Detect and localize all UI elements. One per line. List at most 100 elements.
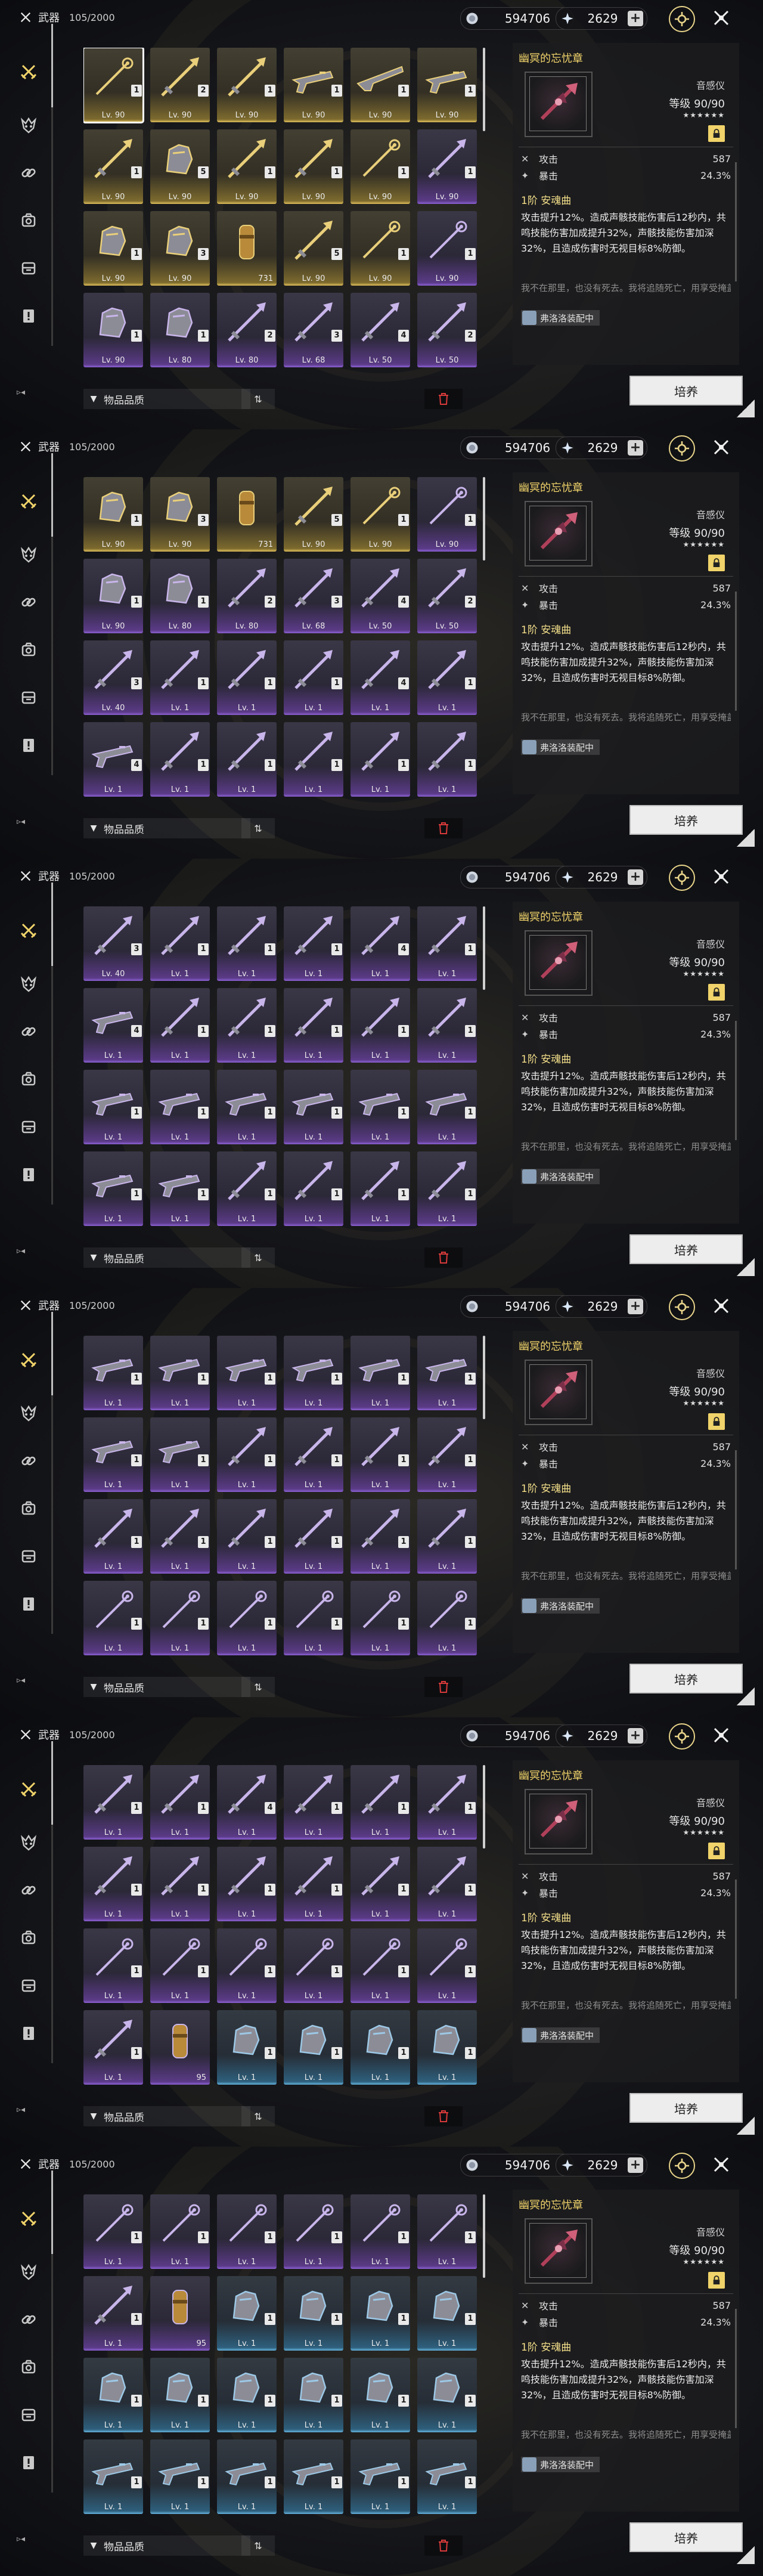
sidebar-scrollbar[interactable] [51,1312,53,1634]
weapon-card[interactable]: 1 Lv. 90 [83,48,144,123]
weapon-card[interactable]: 1 Lv. 1 [150,2439,210,2514]
close-button[interactable] [709,1723,733,1747]
sidebar-item-consumables[interactable] [17,1115,41,1139]
weapon-card[interactable]: 1 Lv. 1 [217,1499,277,1574]
sidebar-item-weapons[interactable] [17,60,41,83]
sidebar-item-consumables[interactable] [17,256,41,280]
weapon-card[interactable]: 2 Lv. 80 [217,293,277,367]
weapon-card[interactable]: 1 Lv. 1 [150,722,210,797]
weapon-card[interactable]: 1 Lv. 90 [351,129,410,204]
weapon-card[interactable]: 1 Lv. 1 [284,1070,343,1144]
discard-button[interactable] [424,2535,463,2556]
weapon-card[interactable]: 1 Lv. 1 [217,1847,277,1921]
weapon-card[interactable]: 1 Lv. 1 [150,1847,210,1921]
weapon-card[interactable]: 1 Lv. 1 [150,1765,210,1840]
train-button[interactable]: 培养 [629,805,755,847]
discard-button[interactable] [424,1677,463,1697]
detail-scrollbar[interactable] [735,162,737,281]
weapon-card[interactable]: 1 Lv. 1 [150,1151,210,1226]
weapon-card[interactable]: 1 Lv. 1 [217,1070,277,1144]
weapon-card[interactable]: 5 Lv. 90 [150,129,210,204]
weapon-card[interactable]: 1 Lv. 90 [417,211,477,286]
sidebar-item-quest-items[interactable] [17,2451,41,2475]
weapon-card[interactable]: 1 Lv. 1 [217,2358,277,2432]
weapon-card[interactable]: 1 Lv. 1 [83,1499,143,1574]
weapon-card[interactable]: 1 Lv. 1 [83,2439,143,2514]
weapon-card[interactable]: 1 Lv. 1 [217,1336,277,1410]
close-button[interactable] [709,2153,733,2176]
weapon-card[interactable]: 1 Lv. 1 [83,1847,143,1921]
close-button[interactable] [709,435,733,459]
sidebar-item-echoes[interactable] [17,2260,41,2284]
sidebar-scrollbar[interactable] [51,883,53,1205]
weapon-card[interactable]: 4 Lv. 1 [351,640,410,715]
weapon-card[interactable]: 1 Lv. 1 [351,2010,410,2085]
detail-scrollbar[interactable] [735,1021,737,1140]
weapon-card[interactable]: 1 Lv. 1 [150,2358,210,2432]
settings-button[interactable] [669,6,695,32]
weapon-card[interactable]: 1 Lv. 1 [150,906,210,981]
weapon-card[interactable]: 1 Lv. 1 [83,1151,143,1226]
add-currency-button[interactable]: + [628,440,643,456]
weapon-card[interactable]: 1 Lv. 1 [217,1151,277,1226]
weapon-card[interactable]: 3 Lv. 68 [284,559,343,633]
sidebar-item-quest-items[interactable] [17,733,41,757]
sort-order-button[interactable]: ⇅ [241,389,275,409]
weapon-card[interactable]: 1 Lv. 1 [417,1581,477,1655]
settings-button[interactable] [669,1294,695,1320]
weapon-card[interactable]: 4 Lv. 50 [351,293,410,367]
weapon-card[interactable]: 1 Lv. 1 [284,722,343,797]
settings-button[interactable] [669,865,695,891]
weapon-card[interactable]: 1 Lv. 1 [150,988,210,1063]
quality-filter-dropdown[interactable]: ▼ 物品品质 [83,2106,250,2126]
weapon-card[interactable]: 1 Lv. 1 [83,2194,143,2269]
weapon-card[interactable]: 1 Lv. 1 [351,2439,410,2514]
weapon-card[interactable]: 731 [217,477,277,552]
sort-order-button[interactable]: ⇅ [241,818,275,838]
train-button[interactable]: 培养 [629,2522,755,2564]
weapon-card[interactable]: 1 Lv. 1 [417,906,477,981]
lock-toggle[interactable] [708,2272,725,2289]
close-button[interactable] [709,6,733,30]
sidebar-item-materials[interactable] [17,2308,41,2332]
sidebar-item-weapons[interactable] [17,1348,41,1371]
weapon-card[interactable]: 1 Lv. 1 [83,1581,143,1655]
sidebar-item-materials[interactable] [17,1020,41,1044]
add-currency-button[interactable]: + [628,1299,643,1314]
sidebar-item-consumables[interactable] [17,686,41,710]
sidebar-item-devices[interactable] [17,1926,41,1950]
sidebar-item-quest-items[interactable] [17,2021,41,2045]
weapon-card[interactable]: 1 Lv. 1 [150,1581,210,1655]
weapon-card[interactable]: 1 Lv. 1 [217,722,277,797]
sidebar-item-echoes[interactable] [17,1831,41,1854]
close-button[interactable] [709,1294,733,1318]
close-button[interactable] [709,865,733,888]
weapon-card[interactable]: 1 Lv. 1 [351,2194,410,2269]
quality-filter-dropdown[interactable]: ▼ 物品品质 [83,389,250,409]
weapon-card[interactable]: 4 Lv. 50 [351,559,410,633]
weapon-card[interactable]: 1 Lv. 1 [217,906,277,981]
settings-button[interactable] [669,435,695,462]
weapon-card[interactable]: 1 Lv. 1 [284,1336,343,1410]
weapon-card[interactable]: 1 Lv. 1 [351,1581,410,1655]
sidebar-item-quest-items[interactable] [17,1592,41,1616]
sidebar-item-materials[interactable] [17,1878,41,1902]
detail-scrollbar[interactable] [735,2309,737,2428]
detail-scrollbar[interactable] [735,592,737,711]
weapon-card[interactable]: 1 Lv. 90 [83,559,143,633]
sort-order-button[interactable]: ⇅ [241,2106,275,2126]
weapon-card[interactable]: 4 Lv. 1 [83,722,143,797]
weapon-card[interactable]: 1 Lv. 1 [83,2010,143,2085]
sidebar-collapse-icon[interactable]: ▹◂ [17,2105,25,2114]
add-currency-button[interactable]: + [628,2157,643,2173]
weapon-card[interactable]: 1 Lv. 1 [284,1499,343,1574]
weapon-card[interactable]: 1 Lv. 80 [150,559,210,633]
lock-toggle[interactable] [708,1843,725,1859]
weapon-card[interactable]: 1 Lv. 1 [284,2010,343,2085]
sidebar-scrollbar[interactable] [51,24,53,346]
weapon-card[interactable]: 1 Lv. 1 [351,1765,410,1840]
weapon-card[interactable]: 1 Lv. 90 [417,477,477,552]
weapon-card[interactable]: 4 Lv. 1 [83,988,143,1063]
sidebar-collapse-icon[interactable]: ▹◂ [17,1676,25,1685]
weapon-card[interactable]: 1 Lv. 1 [351,1499,410,1574]
